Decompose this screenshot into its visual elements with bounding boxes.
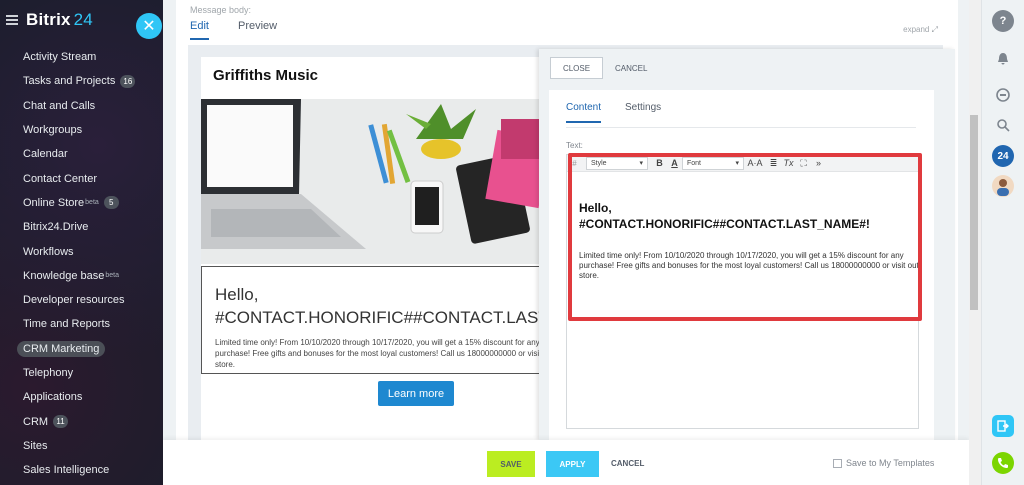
sidebar-item-tasks-and-projects[interactable]: Tasks and Projects 16 xyxy=(0,69,163,93)
sidebar-item-label: Calendar xyxy=(23,148,68,161)
count-badge: 16 xyxy=(120,74,136,88)
counter-24-icon[interactable]: 24 xyxy=(992,145,1014,167)
sidebar-item-activity-stream[interactable]: Activity Stream xyxy=(0,45,163,69)
sidebar-item-label: Time and Reports xyxy=(23,318,111,331)
footer-bar: SAVE APPLY CANCEL Save to My Templates xyxy=(163,440,969,485)
sidebar-item-label: Chat and Calls xyxy=(23,99,96,112)
page-scrollbar[interactable] xyxy=(969,0,981,485)
count-badge: 11 xyxy=(53,415,69,429)
avatar-icon xyxy=(997,179,1009,196)
sidebar-item-workgroups[interactable]: Workgroups xyxy=(0,118,163,142)
cancel-top-button[interactable]: CANCEL xyxy=(615,64,647,73)
logo-name: Bitrix xyxy=(26,10,71,29)
email-contact-tag: #CONTACT.HONORIFIC##CONTACT.LAST_NAME#! xyxy=(215,308,544,327)
message-body-label: Message body: xyxy=(190,5,252,15)
tab-edit[interactable]: Edit xyxy=(190,20,209,40)
sidebar-item-developer-resources[interactable]: Developer resources xyxy=(0,288,163,312)
tab-divider xyxy=(566,127,916,128)
sidebar-menu: Activity Stream Tasks and Projects 16 Chat … xyxy=(0,45,163,482)
tab-content[interactable]: Content xyxy=(566,102,602,123)
email-preview: Griffiths Music Hello, #CONTACT.HONORIFI… xyxy=(201,57,545,440)
sidebar-item-chat-and-calls[interactable]: Chat and Calls xyxy=(0,94,163,118)
email-hello: Hello, xyxy=(215,285,259,304)
email-text-block[interactable]: Hello, #CONTACT.HONORIFIC##CONTACT.LAST_… xyxy=(201,266,545,374)
phone-icon[interactable] xyxy=(992,452,1014,474)
logo-number: 24 xyxy=(73,10,93,29)
desk-photo-illustration xyxy=(201,99,545,264)
checkbox-box[interactable] xyxy=(833,458,842,468)
sidebar-item-label: Applications xyxy=(23,391,83,404)
close-icon: ✕ xyxy=(142,18,156,35)
hamburger-menu-icon[interactable] xyxy=(6,15,18,25)
text-label: Text: xyxy=(566,141,583,150)
sidebar-item-crm-marketing[interactable]: CRM Marketing xyxy=(0,337,163,361)
highlight-box xyxy=(568,153,922,321)
bell-icon[interactable] xyxy=(992,48,1014,70)
sidebar-item-online-store[interactable]: Online Store beta 5 xyxy=(0,191,163,215)
email-brand-title: Griffiths Music xyxy=(213,67,319,84)
right-toolbar: ? 24 xyxy=(981,0,1024,485)
left-sidebar: Bitrix 24 Activity Stream Tasks and Projec… xyxy=(0,0,163,485)
save-button[interactable]: SAVE xyxy=(487,451,535,477)
bell-icon-svg xyxy=(998,53,1008,65)
close-button[interactable]: CLOSE xyxy=(550,57,603,79)
chat-icon-svg xyxy=(996,88,1010,102)
sidebar-item-label: Developer resources xyxy=(23,294,125,307)
search-icon[interactable] xyxy=(992,114,1014,136)
search-icon-svg xyxy=(997,119,1010,132)
sidebar-item-label: Sites xyxy=(23,439,48,452)
sidebar-item-label: Sales Intelligence xyxy=(23,464,110,477)
close-sidebar-button[interactable]: ✕ xyxy=(136,13,162,39)
exit-icon[interactable] xyxy=(992,415,1014,437)
count-badge: 5 xyxy=(103,196,119,210)
sidebar-item-label: Workgroups xyxy=(23,124,83,137)
sidebar-item-label: Online Store xyxy=(23,196,85,209)
sidebar-item-telephony[interactable]: Telephony xyxy=(0,361,163,385)
cancel-button[interactable]: CANCEL xyxy=(611,459,644,468)
tab-settings[interactable]: Settings xyxy=(625,102,661,113)
sidebar-item-knowledge-base[interactable]: Knowledge base beta xyxy=(0,264,163,288)
sidebar-item-crm[interactable]: CRM 11 xyxy=(0,409,163,433)
save-template-label: Save to My Templates xyxy=(846,458,935,468)
help-icon[interactable]: ? xyxy=(992,10,1014,32)
phone-icon-svg xyxy=(998,458,1008,468)
tab-preview[interactable]: Preview xyxy=(238,20,277,32)
sidebar-item-applications[interactable]: Applications xyxy=(0,385,163,409)
sidebar-item-label: Telephony xyxy=(23,367,74,379)
exit-icon-svg xyxy=(997,420,1009,432)
user-avatar[interactable] xyxy=(992,175,1014,197)
sidebar-item-label: Knowledge base xyxy=(23,269,105,282)
email-hero-image xyxy=(201,99,545,264)
scrollbar-thumb[interactable] xyxy=(970,115,978,310)
sidebar-item-label: CRM Marketing xyxy=(17,340,106,357)
sidebar-item-time-and-reports[interactable]: Time and Reports xyxy=(0,312,163,336)
apply-button[interactable]: APPLY xyxy=(546,451,599,477)
sidebar-item-sales-intelligence[interactable]: Sales Intelligence xyxy=(0,458,163,482)
sidebar-item-label: Workflows xyxy=(23,245,74,258)
sidebar-item-label: Bitrix24.Drive xyxy=(23,221,89,234)
chat-icon[interactable] xyxy=(992,84,1014,106)
sidebar-item-calendar[interactable]: Calendar xyxy=(0,142,163,166)
sidebar-item-bitrix24-drive[interactable]: Bitrix24.Drive xyxy=(0,215,163,239)
sidebar-item-sites[interactable]: Sites xyxy=(0,434,163,458)
save-template-checkbox[interactable]: Save to My Templates xyxy=(833,458,934,468)
bitrix24-logo[interactable]: Bitrix 24 xyxy=(26,10,93,30)
sidebar-item-label: CRM xyxy=(23,415,49,428)
sidebar-item-label: Tasks and Projects xyxy=(23,75,116,88)
sidebar-item-contact-center[interactable]: Contact Center xyxy=(0,166,163,190)
learn-more-button[interactable]: Learn more xyxy=(378,381,454,406)
sidebar-item-workflows[interactable]: Workflows xyxy=(0,239,163,263)
beta-tag: beta xyxy=(85,199,99,207)
beta-tag: beta xyxy=(105,272,119,280)
sidebar-item-label: Activity Stream xyxy=(23,51,97,64)
expand-button[interactable]: expand ⤢ xyxy=(903,25,938,35)
email-body-text: Limited time only! From 10/10/2020 throu… xyxy=(215,338,545,369)
sidebar-item-label: Contact Center xyxy=(23,172,97,185)
